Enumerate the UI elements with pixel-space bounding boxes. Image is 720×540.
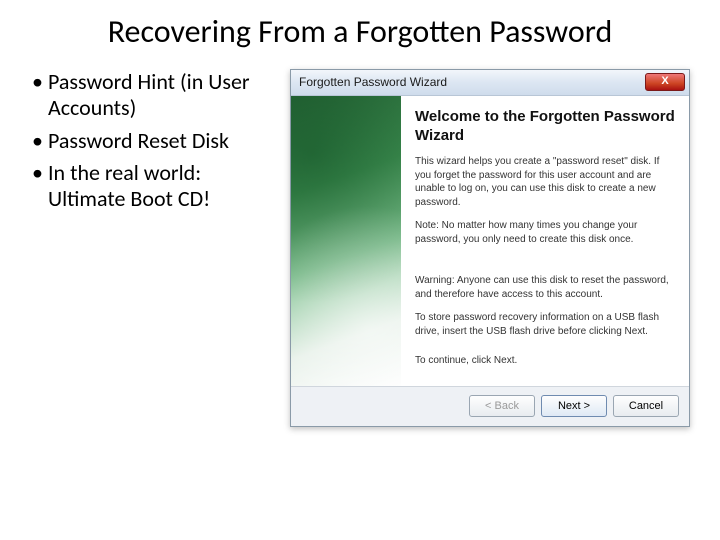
bullet-text: Password Reset Disk xyxy=(48,128,280,154)
wizard-heading: Welcome to the Forgotten Password Wizard xyxy=(415,108,675,146)
bullet-text: Password Hint (in User Accounts) xyxy=(48,69,280,122)
next-button[interactable]: Next > xyxy=(541,395,607,417)
back-button[interactable]: < Back xyxy=(469,395,535,417)
wizard-intro-text: This wizard helps you create a "password… xyxy=(415,155,675,209)
titlebar: Forgotten Password Wizard X xyxy=(291,70,689,96)
wizard-usb-text: To store password recovery information o… xyxy=(415,311,675,338)
bullet-text: In the real world: Ultimate Boot CD! xyxy=(48,160,280,213)
wizard-warning-text: Warning: Anyone can use this disk to res… xyxy=(415,274,675,301)
wizard-container: Forgotten Password Wizard X Welcome to t… xyxy=(290,69,690,427)
wizard-body: Welcome to the Forgotten Password Wizard… xyxy=(291,96,689,386)
close-icon: X xyxy=(661,75,668,87)
cancel-button[interactable]: Cancel xyxy=(613,395,679,417)
slide: Recovering From a Forgotten Password • P… xyxy=(0,0,720,540)
slide-title: Recovering From a Forgotten Password xyxy=(30,14,690,51)
close-button[interactable]: X xyxy=(645,73,685,91)
wizard-continue-text: To continue, click Next. xyxy=(415,354,675,368)
window-title: Forgotten Password Wizard xyxy=(299,75,645,89)
bullet-item: • In the real world: Ultimate Boot CD! xyxy=(30,160,280,213)
bullet-dot-icon: • xyxy=(30,128,48,154)
wizard-content: Welcome to the Forgotten Password Wizard… xyxy=(401,96,689,386)
bullet-dot-icon: • xyxy=(30,69,48,122)
wizard-note-text: Note: No matter how many times you chang… xyxy=(415,219,675,246)
bullet-item: • Password Reset Disk xyxy=(30,128,280,154)
wizard-window: Forgotten Password Wizard X Welcome to t… xyxy=(290,69,690,427)
bullet-list: • Password Hint (in User Accounts) • Pas… xyxy=(30,69,280,427)
slide-columns: • Password Hint (in User Accounts) • Pas… xyxy=(30,69,690,427)
bullet-item: • Password Hint (in User Accounts) xyxy=(30,69,280,122)
wizard-sidebar-image xyxy=(291,96,401,386)
bullet-dot-icon: • xyxy=(30,160,48,213)
wizard-footer: < Back Next > Cancel xyxy=(291,386,689,426)
